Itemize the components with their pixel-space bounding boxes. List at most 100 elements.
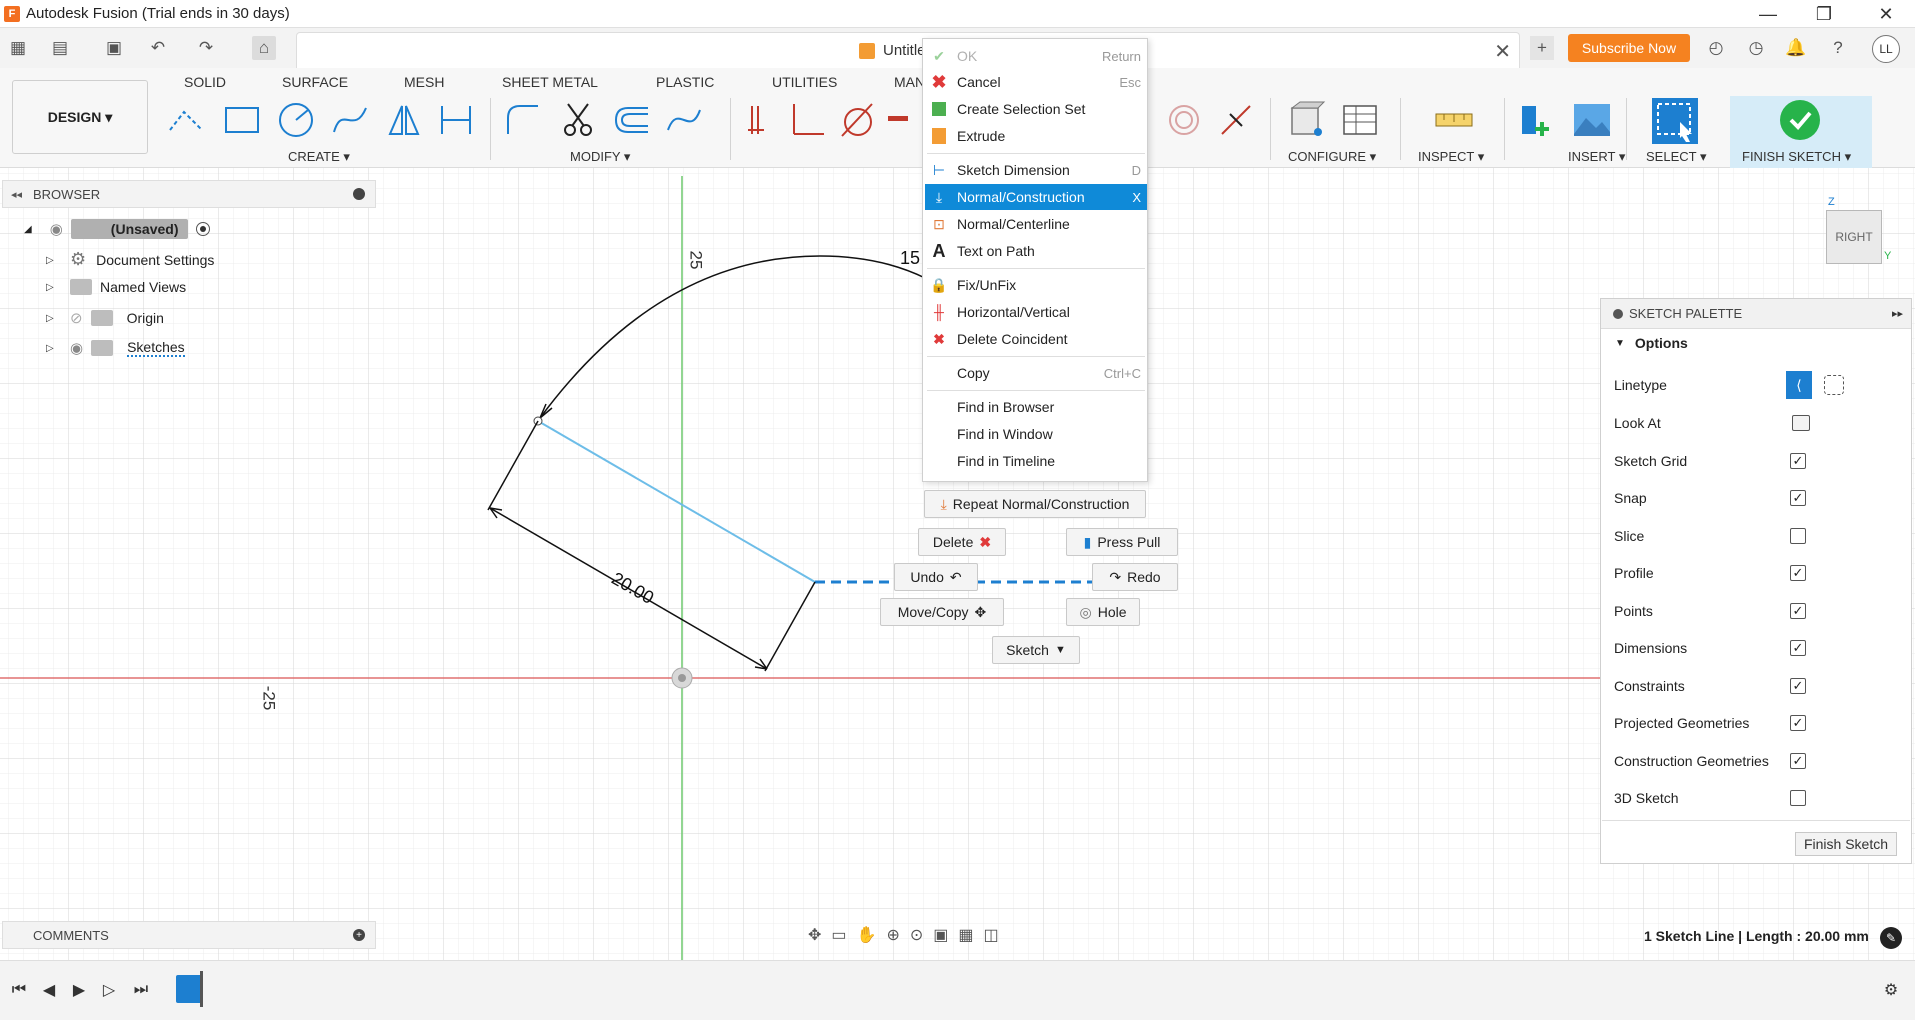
menu-item-ok[interactable]: ✔ OK Return (925, 43, 1147, 69)
timeline-next-icon[interactable]: ▷ (98, 979, 120, 1001)
palette-minimize-icon[interactable] (1613, 308, 1623, 319)
comments-panel-header[interactable]: COMMENTS + (2, 921, 376, 949)
finish-sketch-panel[interactable]: FINISH SKETCH ▾ (1730, 96, 1872, 168)
tab-utilities[interactable]: UTILITIES (772, 74, 837, 90)
palette-expand-icon[interactable]: ▸▸ (1892, 307, 1903, 320)
options-header[interactable]: ▼ Options (1615, 335, 1688, 351)
curve-tool-icon[interactable] (664, 100, 704, 140)
profile-checkbox[interactable]: ✓ (1790, 565, 1806, 581)
palette-finish-sketch-button[interactable]: Finish Sketch (1795, 832, 1897, 856)
insert-component-icon[interactable] (1518, 100, 1558, 140)
menu-item-horizontal-vertical[interactable]: ╫ Horizontal/Vertical (925, 299, 1147, 325)
rectangle-tool-icon[interactable] (222, 100, 262, 140)
timeline-play-icon[interactable]: ▶ (68, 979, 90, 1001)
tangent-constraint-icon[interactable] (838, 100, 878, 140)
sketch-dropdown[interactable]: Sketch ▼ (992, 636, 1080, 664)
hole-button[interactable]: ◎ Hole (1066, 598, 1140, 626)
slice-checkbox[interactable] (1790, 528, 1806, 544)
plus-icon[interactable]: + (1530, 36, 1554, 60)
workspace-switcher[interactable]: DESIGN ▾ (12, 80, 148, 154)
browser-panel-header[interactable]: ◂◂ BROWSER (2, 180, 376, 208)
tab-manage[interactable]: MAN (894, 74, 925, 90)
configure-table-icon[interactable] (1340, 100, 1380, 140)
tree-item-sketches[interactable]: ▷ ◉ Sketches (46, 339, 185, 357)
collapse-browser-icon[interactable]: ◂◂ (11, 188, 22, 201)
tab-solid[interactable]: SOLID (184, 74, 226, 90)
redo-icon[interactable]: ↷ (194, 36, 218, 60)
grid-settings-icon[interactable]: ▦ (958, 925, 973, 945)
horizontal-vertical-constraint-icon[interactable] (738, 100, 778, 140)
menu-item-copy[interactable]: Copy Ctrl+C (925, 360, 1147, 386)
constraints-checkbox[interactable]: ✓ (1790, 678, 1806, 694)
press-pull-button[interactable]: ▮ Press Pull (1066, 528, 1178, 556)
redo-button[interactable]: ↷ Redo (1092, 563, 1178, 591)
document-tab[interactable]: Untitled ✕ (296, 32, 1520, 68)
browser-minimize-icon[interactable] (353, 188, 365, 200)
modify-group-label[interactable]: MODIFY ▾ (570, 149, 630, 165)
move-copy-button[interactable]: Move/Copy ✥ (880, 598, 1004, 626)
visibility-eye-icon[interactable]: ◉ (70, 339, 83, 357)
bell-icon[interactable]: 🔔 (1784, 36, 1808, 60)
concentric-constraint-icon[interactable] (1164, 100, 1204, 140)
menu-item-cancel[interactable]: ✖ Cancel Esc (925, 69, 1147, 95)
close-tab-icon[interactable]: ✕ (1494, 39, 1511, 64)
tab-mesh[interactable]: MESH (404, 74, 444, 90)
timeline-sketch-feature-icon[interactable] (176, 975, 202, 1003)
snap-checkbox[interactable]: ✓ (1790, 490, 1806, 506)
menu-item-normal-centerline[interactable]: ⊡ Normal/Centerline (925, 211, 1147, 237)
menu-item-find-in-browser[interactable]: Find in Browser (925, 394, 1147, 420)
feedback-icon[interactable]: ✎ (1880, 927, 1902, 949)
menu-item-find-in-window[interactable]: Find in Window (925, 421, 1147, 447)
minimize-button[interactable]: — (1740, 0, 1796, 28)
tab-sheet-metal[interactable]: SHEET METAL (502, 74, 598, 90)
look-at-nav-icon[interactable]: ▭ (831, 925, 846, 945)
offset-tool-icon[interactable] (612, 100, 652, 140)
orbit-icon[interactable]: ✥ (808, 925, 821, 945)
expand-arrow-icon[interactable]: ▷ (46, 313, 56, 324)
tree-item-named-views[interactable]: ▷ Named Views (46, 279, 186, 295)
circle-tool-icon[interactable] (276, 100, 316, 140)
menu-item-text-on-path[interactable]: A Text on Path (925, 238, 1147, 264)
configure-group-label[interactable]: CONFIGURE ▾ (1288, 149, 1376, 165)
select-group-label[interactable]: SELECT ▾ (1646, 149, 1706, 165)
display-settings-icon[interactable]: ▣ (933, 925, 948, 945)
zoom-icon[interactable]: ⊕ (886, 925, 899, 945)
line-tool-icon[interactable] (166, 100, 206, 140)
menu-item-find-in-timeline[interactable]: Find in Timeline (925, 448, 1147, 474)
history-icon[interactable]: ◷ (1744, 36, 1768, 60)
repeat-command-button[interactable]: ⤓ Repeat Normal/Construction (924, 490, 1146, 518)
timeline-last-icon[interactable]: ⏭ (130, 979, 152, 1001)
subscribe-button[interactable]: Subscribe Now (1568, 34, 1690, 62)
close-window-button[interactable]: ✕ (1858, 0, 1914, 28)
visibility-eye-icon[interactable]: ◉ (50, 220, 63, 238)
perpendicular-constraint-icon[interactable] (786, 100, 826, 140)
expand-arrow-icon[interactable]: ▷ (46, 255, 56, 266)
points-checkbox[interactable]: ✓ (1790, 603, 1806, 619)
expand-arrow-icon[interactable]: ▷ (46, 282, 56, 293)
hidden-eye-icon[interactable]: ⊘ (70, 309, 83, 327)
tab-plastic[interactable]: PLASTIC (656, 74, 714, 90)
maximize-button[interactable]: ❐ (1796, 0, 1852, 28)
viewports-icon[interactable]: ◫ (984, 925, 999, 945)
grid-icon[interactable]: ▦ (6, 36, 30, 60)
select-tool-icon[interactable] (1652, 98, 1698, 144)
file-icon[interactable]: ▤ (48, 36, 72, 60)
dimension-tool-icon[interactable] (436, 100, 476, 140)
browser-root[interactable]: ◢ ◉ (Unsaved) (24, 219, 211, 239)
measure-icon[interactable] (1434, 100, 1474, 140)
undo-button[interactable]: Undo ↶ (894, 563, 978, 591)
tree-item-origin[interactable]: ▷ ⊘ Origin (46, 309, 164, 327)
activate-radio-icon[interactable] (196, 222, 211, 236)
construction-linetype-icon[interactable]: ⟨ (1786, 371, 1812, 399)
equal-constraint-icon[interactable] (884, 100, 912, 140)
sketch-grid-checkbox[interactable]: ✓ (1790, 453, 1806, 469)
zoom-window-icon[interactable]: ⊙ (910, 925, 923, 945)
home-icon[interactable]: ⌂ (252, 36, 276, 60)
expand-arrow-icon[interactable]: ▷ (46, 343, 56, 354)
look-at-icon[interactable] (1792, 415, 1810, 431)
menu-item-create-selection-set[interactable]: Create Selection Set (925, 96, 1147, 122)
timeline-first-icon[interactable]: ⏮ (8, 979, 30, 1001)
tab-surface[interactable]: SURFACE (282, 74, 348, 90)
expand-arrow-icon[interactable]: ◢ (24, 224, 32, 235)
add-comment-icon[interactable]: + (353, 929, 365, 941)
